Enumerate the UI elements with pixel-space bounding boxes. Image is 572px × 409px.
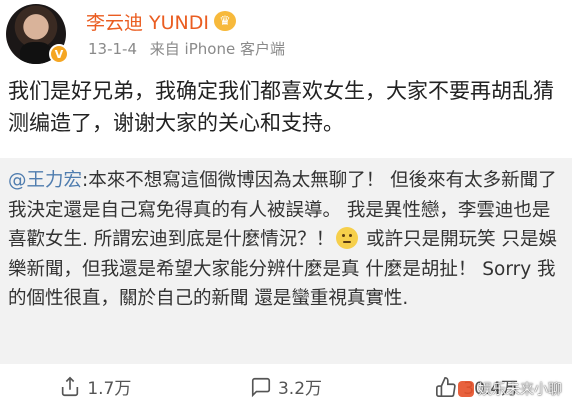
comment-count: 3.2万 bbox=[277, 379, 323, 399]
watermark-logo-icon bbox=[458, 381, 474, 397]
repost-button[interactable]: 1.7万 bbox=[0, 364, 191, 409]
reposted-weibo[interactable]: @王力宏:本來不想寫這個微博因為太無聊了！ 但後來有太多新聞了 我決定還是自己寫… bbox=[0, 158, 572, 364]
repost-text: @王力宏:本來不想寫這個微博因為太無聊了！ 但後來有太多新聞了 我決定還是自己寫… bbox=[8, 166, 564, 314]
post-header: V 李云迪 YUNDI ♛ 13-1-4 来自 iPhone 客户端 bbox=[0, 0, 572, 70]
post-text: 我们是好兄弟，我确定我们都喜欢女生，大家不要再胡乱猜测编造了，谢谢大家的关心和支… bbox=[8, 79, 554, 135]
post-date: 13-1-4 bbox=[88, 40, 137, 58]
verified-badge-icon: V bbox=[49, 44, 69, 64]
comment-button[interactable]: 3.2万 bbox=[191, 364, 382, 409]
post-source: 来自 iPhone 客户端 bbox=[149, 40, 285, 58]
repost-count: 1.7万 bbox=[87, 379, 132, 399]
crown-icon: ♛ bbox=[214, 11, 236, 31]
comment-icon bbox=[251, 377, 271, 397]
thumbs-up-icon bbox=[436, 376, 456, 397]
thinking-emoji-icon bbox=[336, 227, 359, 250]
watermark: 娱乐未来小聊 bbox=[458, 379, 562, 399]
watermark-text: 娱乐未来小聊 bbox=[478, 382, 562, 398]
share-icon bbox=[62, 376, 79, 396]
mention-link[interactable]: @王力宏 bbox=[8, 170, 82, 191]
post-meta: 13-1-4 来自 iPhone 客户端 bbox=[88, 38, 285, 59]
name-row: 李云迪 YUNDI ♛ bbox=[86, 6, 236, 36]
user-name[interactable]: 李云迪 YUNDI bbox=[86, 8, 209, 35]
